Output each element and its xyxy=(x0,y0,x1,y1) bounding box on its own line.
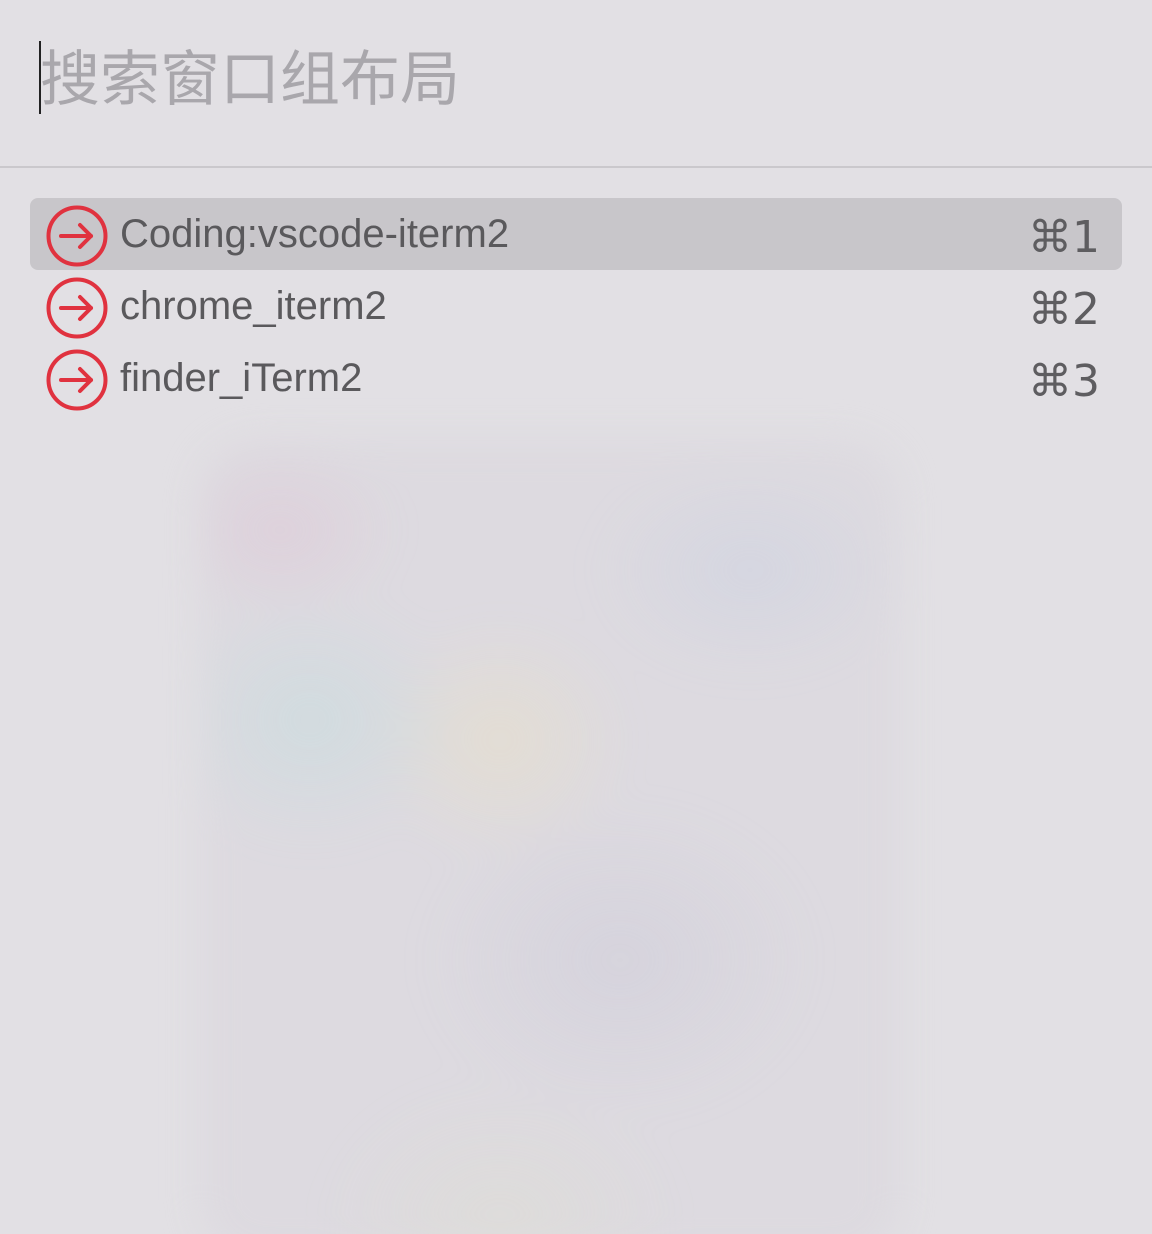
search-bar xyxy=(0,0,1152,168)
list-item[interactable]: Coding:vscode-iterm2 ⌘1 xyxy=(30,198,1122,270)
results-list: Coding:vscode-iterm2 ⌘1 chrome_iterm2 ⌘2 xyxy=(30,198,1122,414)
list-item-label: Coding:vscode-iterm2 xyxy=(120,212,510,256)
shortcut-label: ⌘3 xyxy=(1028,356,1100,407)
arrow-right-circle-icon xyxy=(46,277,108,339)
layout-switcher-panel: Coding:vscode-iterm2 ⌘1 chrome_iterm2 ⌘2 xyxy=(0,0,1152,1234)
list-item-label: chrome_iterm2 xyxy=(120,284,387,328)
blurred-background xyxy=(200,440,900,1234)
shortcut-label: ⌘1 xyxy=(1028,212,1100,263)
list-item[interactable]: chrome_iterm2 ⌘2 xyxy=(30,270,1122,342)
arrow-right-circle-icon xyxy=(46,349,108,411)
arrow-right-circle-icon xyxy=(46,205,108,267)
list-item[interactable]: finder_iTerm2 ⌘3 xyxy=(30,342,1122,414)
search-input[interactable] xyxy=(40,40,1120,120)
shortcut-label: ⌘2 xyxy=(1028,284,1100,335)
list-item-label: finder_iTerm2 xyxy=(120,356,363,400)
